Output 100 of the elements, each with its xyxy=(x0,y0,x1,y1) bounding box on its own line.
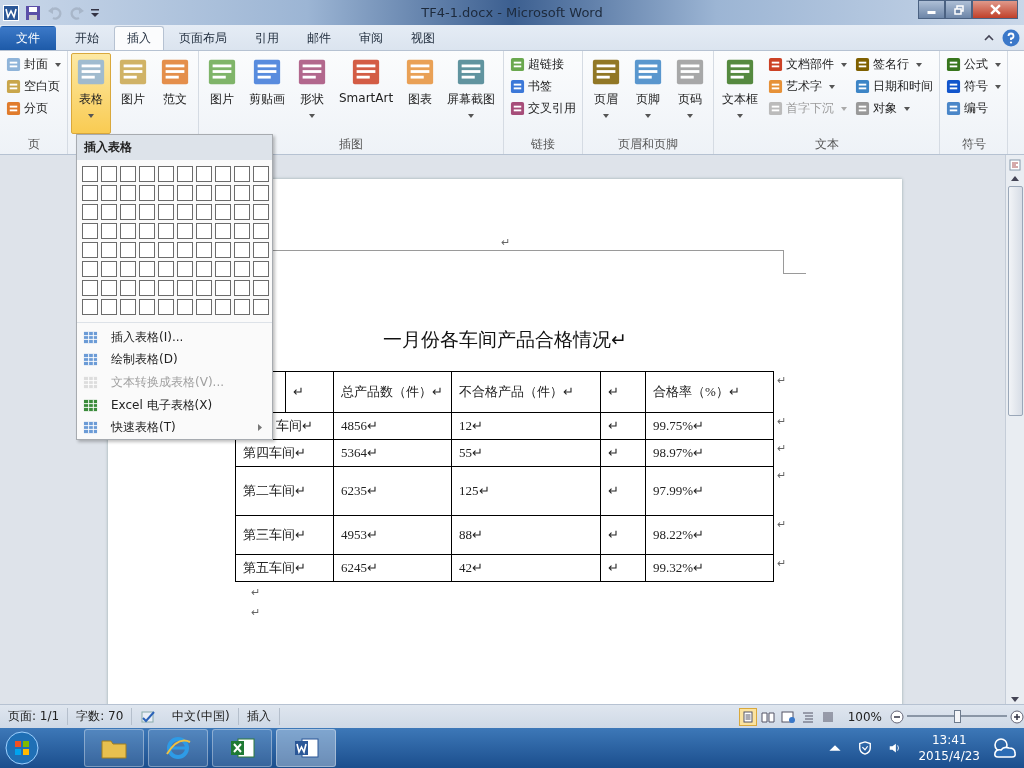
ribbon-button[interactable]: 图片 xyxy=(113,53,153,134)
word-count[interactable]: 字数: 70 xyxy=(68,708,133,725)
taskbar-app[interactable] xyxy=(84,729,144,767)
ribbon-button[interactable]: 表格 xyxy=(71,53,111,134)
table-size-cell[interactable] xyxy=(139,166,155,182)
help-icon[interactable] xyxy=(1002,29,1020,47)
word-logo-icon[interactable] xyxy=(3,4,19,21)
ribbon-button[interactable]: 符号 xyxy=(943,77,1005,96)
ribbon-button[interactable]: 范文 xyxy=(155,53,195,134)
table-size-cell[interactable] xyxy=(82,242,98,258)
table-size-cell[interactable] xyxy=(101,185,117,201)
table-size-cell[interactable] xyxy=(253,261,269,277)
ribbon-button[interactable]: SmartArt xyxy=(334,53,399,134)
ribbon-tab[interactable]: 审阅 xyxy=(346,26,396,50)
table-size-cell[interactable] xyxy=(158,204,174,220)
ribbon-button[interactable]: 艺术字 xyxy=(765,77,851,96)
customize-caret-icon[interactable] xyxy=(91,7,99,18)
table-size-cell[interactable] xyxy=(234,204,250,220)
start-button[interactable] xyxy=(4,730,40,766)
scroll-thumb[interactable] xyxy=(1007,186,1023,416)
table-size-cell[interactable] xyxy=(215,185,231,201)
table-size-cell[interactable] xyxy=(82,261,98,277)
table-size-cell[interactable] xyxy=(215,280,231,296)
ribbon-button[interactable]: 公式 xyxy=(943,55,1005,74)
table-size-cell[interactable] xyxy=(215,261,231,277)
table-size-cell[interactable] xyxy=(234,299,250,315)
table-size-cell[interactable] xyxy=(139,299,155,315)
clock-time[interactable]: 13:41 xyxy=(931,732,967,748)
ribbon-tab[interactable]: 文件 xyxy=(0,26,56,50)
ribbon-button[interactable]: 剪贴画 xyxy=(244,53,290,134)
menu-item[interactable]: 插入表格(I)... xyxy=(77,325,272,349)
table-size-cell[interactable] xyxy=(101,299,117,315)
table-size-cell[interactable] xyxy=(196,185,212,201)
ribbon-tab[interactable]: 开始 xyxy=(62,26,112,50)
ribbon-button[interactable]: 图表 xyxy=(400,53,441,134)
ruler-toggle-icon[interactable] xyxy=(1009,159,1021,171)
table-size-cell[interactable] xyxy=(234,166,250,182)
ribbon-button[interactable]: 对象 xyxy=(852,99,937,118)
collapse-ribbon-icon[interactable] xyxy=(984,34,994,42)
table-size-cell[interactable] xyxy=(120,299,136,315)
table-size-cell[interactable] xyxy=(177,242,193,258)
language-indicator[interactable]: 中文(中国) xyxy=(164,708,239,725)
table-size-cell[interactable] xyxy=(139,223,155,239)
table-size-cell[interactable] xyxy=(196,299,212,315)
table-size-cell[interactable] xyxy=(177,299,193,315)
taskbar-app[interactable] xyxy=(212,729,272,767)
ribbon-button[interactable]: 空白页 xyxy=(3,77,64,96)
table-size-cell[interactable] xyxy=(177,204,193,220)
table-size-cell[interactable] xyxy=(177,166,193,182)
scroll-down-icon[interactable] xyxy=(1011,697,1019,702)
table-size-cell[interactable] xyxy=(215,242,231,258)
zoom-level[interactable]: 100% xyxy=(839,709,890,724)
table-size-cell[interactable] xyxy=(253,204,269,220)
ribbon-button[interactable]: 屏幕截图 xyxy=(442,53,501,134)
table-size-cell[interactable] xyxy=(234,261,250,277)
ribbon-tab[interactable]: 邮件 xyxy=(294,26,344,50)
menu-item[interactable]: Excel 电子表格(X) xyxy=(77,393,272,417)
table-size-cell[interactable] xyxy=(215,223,231,239)
table-size-cell[interactable] xyxy=(215,299,231,315)
table-size-cell[interactable] xyxy=(253,299,269,315)
table-size-cell[interactable] xyxy=(196,223,212,239)
table-size-cell[interactable] xyxy=(253,280,269,296)
minimize-button[interactable] xyxy=(918,0,945,19)
table-size-cell[interactable] xyxy=(215,204,231,220)
table-size-cell[interactable] xyxy=(82,299,98,315)
table-size-cell[interactable] xyxy=(139,204,155,220)
table-size-cell[interactable] xyxy=(215,166,231,182)
zoom-out-icon[interactable] xyxy=(890,709,904,724)
table-size-cell[interactable] xyxy=(82,185,98,201)
table-size-cell[interactable] xyxy=(101,204,117,220)
menu-item[interactable]: 绘制表格(D) xyxy=(77,348,272,372)
table-size-cell[interactable] xyxy=(101,280,117,296)
ribbon-button[interactable]: 形状 xyxy=(292,53,332,134)
ribbon-button[interactable]: 交叉引用 xyxy=(507,99,580,118)
table-size-cell[interactable] xyxy=(120,223,136,239)
table-size-cell[interactable] xyxy=(196,261,212,277)
ribbon-button[interactable]: 签名行 xyxy=(852,55,937,74)
table-size-cell[interactable] xyxy=(120,280,136,296)
table-size-cell[interactable] xyxy=(158,223,174,239)
ribbon-button[interactable]: 页脚 xyxy=(628,53,669,134)
web-layout-icon[interactable] xyxy=(779,708,796,725)
table-size-cell[interactable] xyxy=(101,242,117,258)
ribbon-button[interactable]: 图片 xyxy=(202,53,242,134)
table-size-cell[interactable] xyxy=(139,185,155,201)
close-button[interactable] xyxy=(972,0,1018,19)
vertical-scrollbar[interactable] xyxy=(1005,155,1024,704)
table-size-cell[interactable] xyxy=(82,280,98,296)
zoom-in-icon[interactable] xyxy=(1010,709,1024,724)
table-size-cell[interactable] xyxy=(101,166,117,182)
table-size-cell[interactable] xyxy=(177,185,193,201)
table-size-cell[interactable] xyxy=(234,185,250,201)
shield-icon[interactable] xyxy=(858,741,873,755)
table-size-cell[interactable] xyxy=(158,185,174,201)
save-icon[interactable] xyxy=(25,4,41,21)
ribbon-tab[interactable]: 插入 xyxy=(114,26,164,50)
table-size-cell[interactable] xyxy=(101,223,117,239)
table-size-cell[interactable] xyxy=(196,204,212,220)
ribbon-button[interactable]: 书签 xyxy=(507,77,580,96)
ribbon-button[interactable]: 编号 xyxy=(943,99,1005,118)
ribbon-button[interactable]: 文档部件 xyxy=(765,55,851,74)
